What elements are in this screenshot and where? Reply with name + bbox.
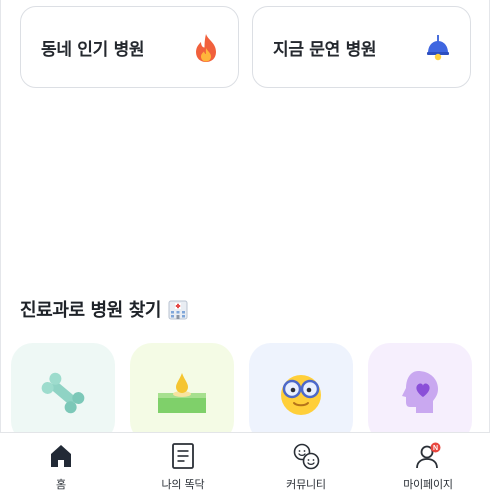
notification-badge-text: N xyxy=(433,445,438,452)
bone-icon xyxy=(41,372,85,414)
tab-my-page[interactable]: N 마이페이지 xyxy=(367,433,489,500)
department-section-title-text: 진료과로 병원 찾기 xyxy=(20,300,162,321)
tab-community-label: 커뮤니티 xyxy=(286,478,326,491)
skin-droplet-icon xyxy=(158,373,206,413)
popular-hospitals-card[interactable]: 동네 인기 병원 xyxy=(20,6,239,88)
tab-my-ddocdoc-label: 나의 똑닥 xyxy=(161,478,205,491)
department-section-title: 진료과로 병원 찾기 xyxy=(20,296,189,322)
popular-hospitals-label: 동네 인기 병원 xyxy=(41,39,145,60)
department-card-orthopedics[interactable] xyxy=(11,343,115,443)
tab-my-page-label: 마이페이지 xyxy=(403,478,453,491)
open-now-hospitals-label: 지금 문연 병원 xyxy=(273,39,377,60)
community-icon xyxy=(293,443,320,470)
lamp-icon xyxy=(427,35,449,61)
fire-icon xyxy=(196,34,216,62)
tab-my-ddocdoc[interactable]: 나의 똑닥 xyxy=(122,433,244,500)
mind-head-icon xyxy=(402,371,438,413)
open-now-hospitals-card[interactable]: 지금 문연 병원 xyxy=(252,6,471,88)
hospital-icon xyxy=(168,300,188,320)
tab-home-label: 홈 xyxy=(56,478,66,491)
user-icon: N xyxy=(416,442,441,469)
eye-glasses-face-icon xyxy=(281,375,321,415)
app-frame: 동네 인기 병원 지금 문연 병원 진료과로 병원 찾기 xyxy=(0,0,490,500)
department-card-ophthalmology[interactable] xyxy=(249,343,353,443)
tab-home[interactable]: 홈 xyxy=(0,433,122,500)
tab-community[interactable]: 커뮤니티 xyxy=(245,433,367,500)
home-icon xyxy=(51,445,71,467)
department-card-dermatology[interactable] xyxy=(130,343,234,443)
document-icon xyxy=(172,443,194,469)
department-card-psychiatry[interactable] xyxy=(368,343,472,443)
bottom-tab-bar: 홈 나의 똑닥 커뮤니티 N 마이페이지 xyxy=(0,432,490,500)
